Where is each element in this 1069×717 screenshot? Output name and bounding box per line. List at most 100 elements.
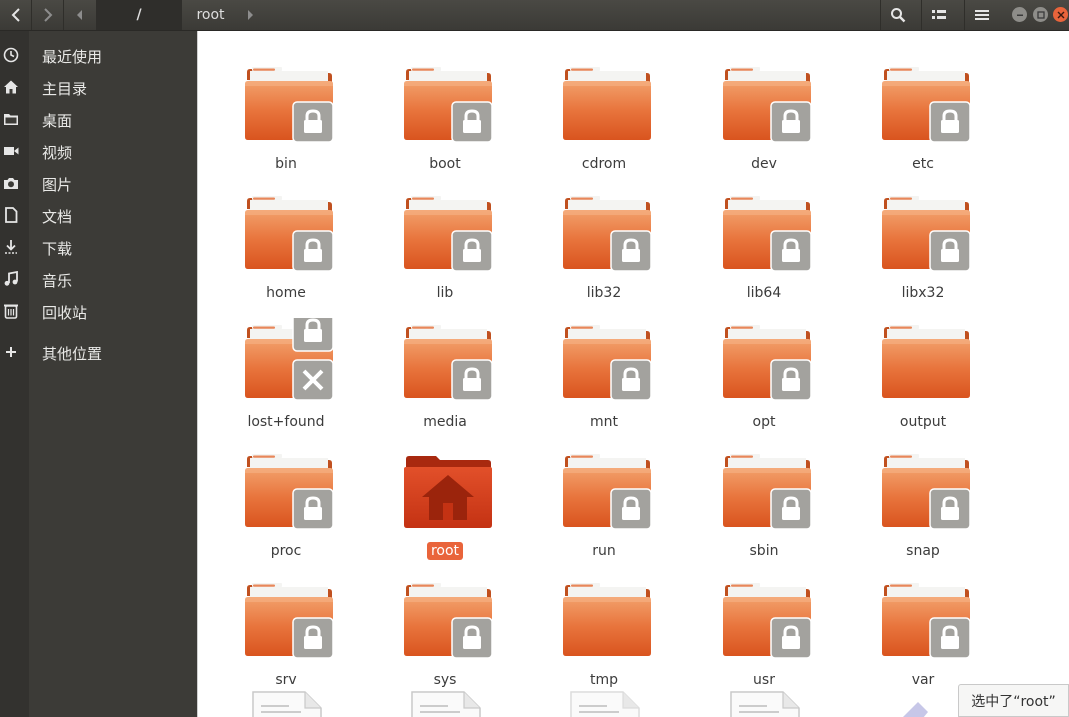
file-item-home[interactable]: home: [221, 189, 351, 314]
sidebar-item-label: 图片: [42, 176, 73, 194]
document-file-icon: [411, 691, 481, 717]
lock-emblem-icon: [610, 230, 652, 272]
plus-icon: [3, 344, 19, 360]
document-file-icon: [570, 691, 640, 717]
folder-icon: [3, 111, 19, 127]
file-name: opt: [752, 414, 776, 430]
sidebar-item-9[interactable]: 其他位置: [0, 337, 197, 367]
sidebar-item-label: 其他位置: [42, 345, 103, 363]
path-scroll-left[interactable]: [70, 0, 90, 30]
folder-icon: [563, 67, 651, 140]
file-item-boot[interactable]: boot: [380, 60, 510, 185]
file-item-partial[interactable]: [727, 690, 803, 717]
folder-icon: [563, 325, 652, 401]
file-item-run[interactable]: run: [539, 447, 669, 572]
lock-emblem-icon: [770, 488, 812, 530]
search-button[interactable]: [880, 0, 914, 30]
sidebar-item-7[interactable]: 音乐: [0, 264, 197, 294]
file-item-proc[interactable]: proc: [221, 447, 351, 572]
file-item-srv[interactable]: srv: [221, 576, 351, 701]
file-name: snap: [906, 543, 940, 559]
file-item-libx32[interactable]: libx32: [858, 189, 988, 314]
forward-button[interactable]: [32, 0, 64, 30]
lock-emblem-icon: [292, 230, 334, 272]
file-item-partial[interactable]: [408, 690, 484, 717]
file-item-mnt[interactable]: mnt: [539, 318, 669, 443]
file-name: cdrom: [581, 156, 627, 172]
file-item-lib32[interactable]: lib32: [539, 189, 669, 314]
folder-icon: [245, 318, 334, 401]
view-toggle-button[interactable]: [921, 0, 955, 30]
lock-emblem-icon: [929, 230, 971, 272]
sidebar-item-0[interactable]: 最近使用: [0, 40, 197, 70]
file-item-dev[interactable]: dev: [699, 60, 829, 185]
sidebar-item-label: 下载: [42, 240, 73, 258]
folder-icon: [404, 325, 493, 401]
file-item-sbin[interactable]: sbin: [699, 447, 829, 572]
sidebar-item-label: 文档: [42, 208, 73, 226]
file-item-opt[interactable]: opt: [699, 318, 829, 443]
file-item-root[interactable]: root: [380, 447, 510, 572]
file-item-lib64[interactable]: lib64: [699, 189, 829, 314]
file-name: lost+found: [247, 414, 325, 430]
path-segment-root-dir[interactable]: /: [96, 0, 182, 30]
file-item-partial[interactable]: [249, 690, 325, 717]
path-scroll-right[interactable]: [240, 0, 260, 30]
maximize-button[interactable]: [1033, 7, 1048, 22]
header-bar: / root: [0, 0, 1069, 31]
file-item-bin[interactable]: bin: [221, 60, 351, 185]
folder-icon: [404, 67, 493, 143]
file-item-sys[interactable]: sys: [380, 576, 510, 701]
sidebar-item-label: 视频: [42, 144, 73, 162]
folder-icon: [563, 454, 652, 530]
file-item-output[interactable]: output: [858, 318, 988, 443]
sidebar-item-3[interactable]: 视频: [0, 136, 197, 166]
sidebar-item-label: 回收站: [42, 304, 88, 322]
file-name: lib64: [746, 285, 782, 301]
home-folder-icon: [404, 456, 492, 528]
file-item-snap[interactable]: snap: [858, 447, 988, 572]
close-icon: [1057, 11, 1064, 18]
file-item-partial[interactable]: [888, 694, 948, 717]
file-item-usr[interactable]: usr: [699, 576, 829, 701]
file-item-partial[interactable]: [567, 690, 643, 717]
lock-emblem-icon: [770, 101, 812, 143]
file-name: tmp: [589, 672, 618, 688]
lock-emblem-icon: [292, 617, 334, 659]
back-button[interactable]: [0, 0, 32, 30]
file-name: run: [592, 543, 616, 559]
sidebar-item-5[interactable]: 文档: [0, 200, 197, 230]
sidebar-item-6[interactable]: 下载: [0, 232, 197, 262]
folder-icon: [245, 196, 334, 272]
file-name: sys: [433, 672, 457, 688]
search-icon: [890, 8, 905, 23]
file-name: home: [266, 285, 306, 301]
file-item-tmp[interactable]: tmp: [539, 576, 669, 701]
close-button[interactable]: [1053, 7, 1068, 22]
lock-emblem-icon: [929, 101, 971, 143]
file-item-etc[interactable]: etc: [858, 60, 988, 185]
document-icon: [3, 207, 19, 223]
file-item-lost+found[interactable]: lost+found: [221, 318, 351, 443]
folder-icon: [723, 196, 812, 272]
file-name: boot: [429, 156, 461, 172]
file-item-var[interactable]: var: [858, 576, 988, 701]
minimize-button[interactable]: [1012, 7, 1027, 22]
path-segment-root[interactable]: root: [183, 0, 238, 30]
sidebar-item-8[interactable]: 回收站: [0, 296, 197, 326]
file-item-media[interactable]: media: [380, 318, 510, 443]
file-name: media: [423, 414, 467, 430]
file-name: etc: [912, 156, 934, 172]
sidebar-item-1[interactable]: 主目录: [0, 72, 197, 102]
minimize-icon: [1016, 14, 1023, 16]
file-item-cdrom[interactable]: cdrom: [539, 60, 669, 185]
lock-emblem-icon: [770, 230, 812, 272]
sidebar-item-2[interactable]: 桌面: [0, 104, 197, 134]
sidebar-item-4[interactable]: 图片: [0, 168, 197, 198]
lock-emblem-icon: [929, 617, 971, 659]
file-item-lib[interactable]: lib: [380, 189, 510, 314]
menu-button[interactable]: [964, 0, 998, 30]
hamburger-menu-icon: [974, 10, 989, 20]
view-list-icon: [931, 10, 946, 19]
lock-emblem-icon: [451, 359, 493, 401]
